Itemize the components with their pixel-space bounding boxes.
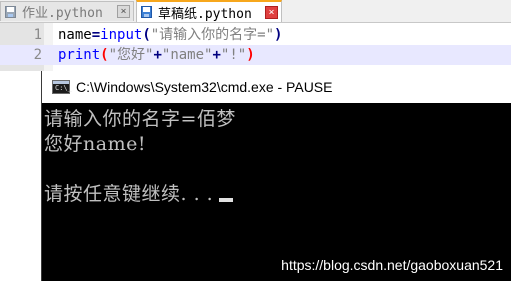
paren: ( bbox=[142, 27, 151, 43]
identifier: name bbox=[58, 27, 92, 43]
string-literal: "请输入你的名字=" bbox=[150, 27, 275, 43]
paren: ) bbox=[246, 47, 255, 63]
cmd-icon: C:\_ bbox=[52, 80, 72, 94]
saved-file-icon bbox=[140, 5, 154, 19]
watermark: https://blog.csdn.net/gaoboxuan521 bbox=[281, 257, 503, 273]
code-text[interactable]: print("您好"+"name"+"!") bbox=[58, 45, 255, 65]
tab-homework-python[interactable]: 作业.python × bbox=[0, 1, 134, 21]
pause-prompt: 请按任意键继续. . . bbox=[44, 183, 214, 205]
saved-file-icon bbox=[4, 5, 18, 19]
console-line-pause: 请按任意键继续. . . bbox=[44, 182, 510, 207]
close-tab-icon[interactable]: × bbox=[117, 5, 130, 18]
text-cursor bbox=[219, 198, 234, 202]
code-text[interactable]: name=input("请输入你的名字=") bbox=[58, 25, 282, 45]
operator: + bbox=[212, 47, 221, 63]
tab-scratch-python[interactable]: 草稿纸.python × bbox=[136, 0, 282, 22]
console-output: 请输入你的名字=佰梦 您好name! 请按任意键继续. . . bbox=[44, 107, 510, 207]
builtin-keyword: print bbox=[58, 47, 101, 63]
string-literal: "您好" bbox=[108, 47, 154, 63]
cmd-window[interactable]: C:\_ C:\Windows\System32\cmd.exe - PAUSE… bbox=[41, 71, 511, 281]
close-tab-icon[interactable]: × bbox=[265, 5, 278, 19]
code-line-2-current[interactable]: 2 print("您好"+"name"+"!") bbox=[0, 45, 511, 65]
code-line-1[interactable]: 1 name=input("请输入你的名字=") bbox=[0, 25, 511, 45]
operator: + bbox=[153, 47, 162, 63]
builtin-keyword: input bbox=[100, 27, 143, 43]
line-number: 2 bbox=[33, 47, 42, 63]
paren: ( bbox=[100, 47, 109, 63]
operator: = bbox=[91, 27, 101, 43]
cmd-title-bar[interactable]: C:\_ C:\Windows\System32\cmd.exe - PAUSE bbox=[42, 71, 511, 103]
string-literal: "name" bbox=[161, 47, 213, 63]
console-line: 您好name! bbox=[44, 133, 146, 155]
tab-label: 作业.python bbox=[22, 6, 103, 21]
paren: ) bbox=[274, 27, 283, 43]
tab-label: 草稿纸.python bbox=[158, 6, 252, 22]
code-editor[interactable]: 1 name=input("请输入你的名字=") 2 print("您好"+"n… bbox=[0, 23, 511, 71]
tab-bar: 作业.python × 草稿纸.python × bbox=[0, 0, 511, 23]
line-number: 1 bbox=[33, 27, 42, 43]
console-line: 请输入你的名字=佰梦 bbox=[44, 108, 236, 130]
string-literal: "!" bbox=[220, 47, 247, 63]
cmd-title: C:\Windows\System32\cmd.exe - PAUSE bbox=[76, 79, 333, 95]
